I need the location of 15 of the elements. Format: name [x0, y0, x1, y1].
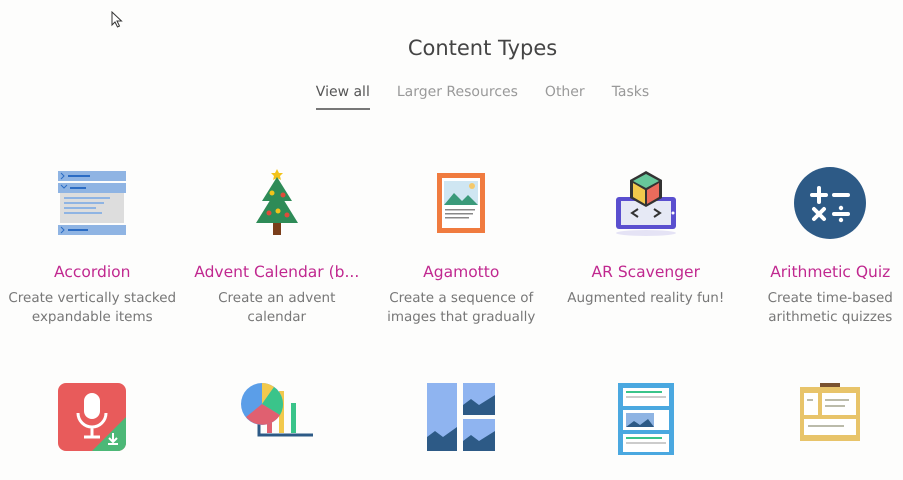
filter-tab[interactable]: Larger Resources — [396, 80, 518, 110]
filter-tab[interactable]: Tasks — [612, 80, 650, 110]
filter-tab[interactable]: Other — [544, 80, 585, 110]
content-type-description: Create time-based arithmetic quizzes — [766, 289, 894, 327]
content-type-description: Create a sequence of images that gradually — [386, 289, 536, 327]
content-type-description: Create an advent calendar — [217, 289, 336, 327]
content-type-title[interactable]: Advent Calendar (b... — [194, 263, 360, 281]
page-heading: Content Types — [406, 36, 558, 60]
content-type-title[interactable]: Arithmetic Quiz — [770, 263, 890, 281]
content-type-title[interactable]: Accordion — [54, 263, 130, 281]
content-type-title[interactable]: AR Scavenger — [592, 263, 700, 281]
content-type-title[interactable]: Agamotto — [423, 263, 500, 281]
filter-tab[interactable]: View all — [316, 80, 370, 110]
content-type-description: Create vertically stacked expandable items — [7, 289, 178, 327]
content-type-description: Augmented reality fun! — [566, 289, 726, 308]
